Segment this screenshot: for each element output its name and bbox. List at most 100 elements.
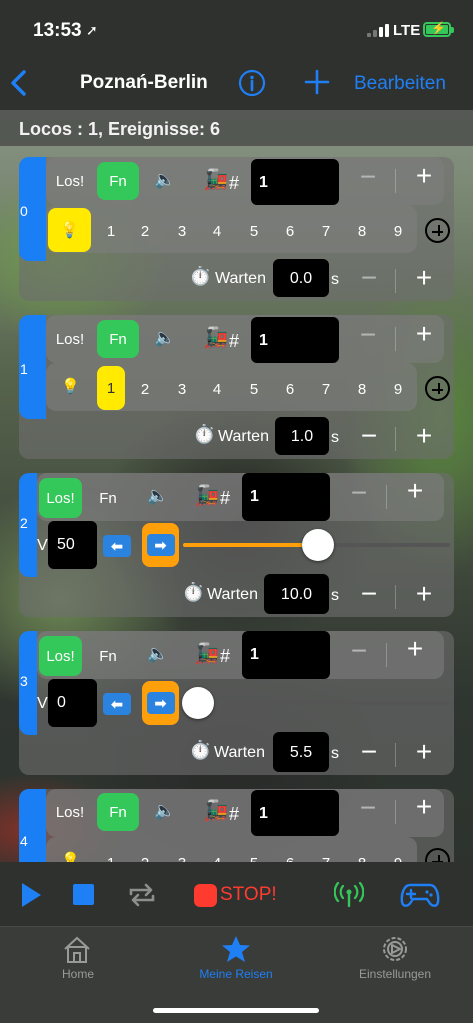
function-key-3[interactable]: 3: [171, 855, 193, 862]
function-key-2[interactable]: 2: [134, 381, 156, 398]
function-key-6[interactable]: 6: [279, 381, 301, 398]
address-minus-button[interactable]: −: [348, 163, 388, 191]
wait-plus-button[interactable]: +: [404, 580, 444, 608]
go-button[interactable]: Los!: [39, 478, 82, 518]
back-chevron-icon[interactable]: [8, 68, 30, 98]
function-button[interactable]: Fn: [87, 479, 129, 517]
address-plus-button[interactable]: +: [404, 162, 444, 190]
speed-value-field[interactable]: 0: [48, 679, 97, 727]
address-field[interactable]: 1: [242, 473, 330, 521]
address-field[interactable]: 1: [251, 159, 339, 205]
speaker-icon[interactable]: 🔈: [154, 328, 180, 354]
wait-minus-button[interactable]: −: [349, 580, 389, 608]
edit-button[interactable]: Bearbeiten: [354, 73, 446, 95]
function-key-8[interactable]: 8: [351, 381, 373, 398]
function-key-1[interactable]: 1: [100, 855, 122, 862]
direction-forward-button[interactable]: ➡: [142, 681, 179, 725]
go-button[interactable]: Los!: [39, 636, 82, 676]
function-key-3[interactable]: 3: [171, 381, 193, 398]
wait-minus-button[interactable]: −: [349, 738, 389, 766]
wait-plus-button[interactable]: +: [404, 264, 444, 292]
address-field[interactable]: 1: [251, 317, 339, 363]
add-function-icon[interactable]: [425, 848, 450, 862]
function-key-1-active[interactable]: 1: [97, 366, 125, 410]
address-minus-button[interactable]: −: [348, 321, 388, 349]
antenna-icon[interactable]: [334, 882, 364, 908]
tab-home[interactable]: Home: [23, 967, 133, 981]
function-key-9[interactable]: 9: [387, 223, 409, 240]
add-function-icon[interactable]: [425, 376, 450, 401]
address-minus-button[interactable]: −: [339, 637, 379, 665]
speaker-icon[interactable]: 🔈: [147, 486, 173, 512]
light-button-active[interactable]: 💡: [48, 208, 91, 252]
function-key-9[interactable]: 9: [387, 381, 409, 398]
direction-reverse-button[interactable]: ⬅: [103, 693, 131, 715]
tab-einstellungen[interactable]: Einstellungen: [340, 967, 450, 981]
speed-slider-track[interactable]: [183, 701, 450, 705]
gamepad-icon[interactable]: [400, 880, 440, 910]
speaker-icon[interactable]: 🔈: [154, 801, 180, 827]
function-key-7[interactable]: 7: [315, 855, 337, 862]
settings-icon[interactable]: [380, 934, 410, 964]
function-button[interactable]: Fn: [97, 793, 139, 831]
wait-value-field[interactable]: 0.0: [273, 259, 329, 297]
wait-minus-button[interactable]: −: [349, 422, 389, 450]
function-key-6[interactable]: 6: [279, 223, 301, 240]
speed-slider-thumb[interactable]: [182, 687, 214, 719]
wait-minus-button[interactable]: −: [349, 264, 389, 292]
address-minus-button[interactable]: −: [348, 794, 388, 822]
go-button[interactable]: Los!: [49, 794, 91, 830]
function-key-4[interactable]: 4: [206, 223, 228, 240]
address-field[interactable]: 1: [242, 631, 330, 679]
address-minus-button[interactable]: −: [339, 479, 379, 507]
direction-forward-button[interactable]: ➡: [142, 523, 179, 567]
wait-plus-button[interactable]: +: [404, 738, 444, 766]
address-plus-button[interactable]: +: [404, 320, 444, 348]
function-button[interactable]: Fn: [97, 320, 139, 358]
function-key-4[interactable]: 4: [206, 381, 228, 398]
stop-square-icon[interactable]: [73, 884, 94, 905]
go-button[interactable]: Los!: [49, 163, 91, 199]
light-bulb-icon[interactable]: 💡: [61, 377, 87, 403]
function-key-2[interactable]: 2: [134, 855, 156, 862]
function-key-3[interactable]: 3: [171, 223, 193, 240]
add-button[interactable]: [304, 68, 330, 96]
function-key-1[interactable]: 1: [100, 223, 122, 240]
direction-reverse-button[interactable]: ⬅: [103, 535, 131, 557]
function-button[interactable]: Fn: [97, 162, 139, 200]
star-icon[interactable]: [221, 934, 251, 964]
repeat-icon[interactable]: [127, 882, 157, 908]
speed-slider-thumb[interactable]: [302, 529, 334, 561]
wait-value-field[interactable]: 5.5: [273, 732, 329, 772]
address-plus-button[interactable]: +: [395, 635, 435, 663]
speed-value-field[interactable]: 50: [48, 521, 97, 569]
function-key-7[interactable]: 7: [315, 381, 337, 398]
function-key-2[interactable]: 2: [134, 223, 156, 240]
address-plus-button[interactable]: +: [395, 477, 435, 505]
speaker-icon[interactable]: 🔈: [147, 644, 173, 670]
address-field[interactable]: 1: [251, 790, 339, 836]
function-key-8[interactable]: 8: [351, 223, 373, 240]
function-key-5[interactable]: 5: [243, 223, 265, 240]
home-indicator[interactable]: [153, 1008, 319, 1013]
emergency-stop-button[interactable]: STOP!: [220, 884, 277, 906]
wait-plus-button[interactable]: +: [404, 422, 444, 450]
light-bulb-icon[interactable]: 💡: [61, 851, 87, 862]
function-key-5[interactable]: 5: [243, 855, 265, 862]
tab-meine-reisen[interactable]: Meine Reisen: [181, 967, 291, 981]
info-icon[interactable]: [238, 69, 266, 97]
function-key-4[interactable]: 4: [206, 855, 228, 862]
wait-value-field[interactable]: 1.0: [275, 417, 329, 455]
play-icon[interactable]: [20, 882, 42, 908]
function-key-9[interactable]: 9: [387, 855, 409, 862]
go-button[interactable]: Los!: [49, 321, 91, 357]
function-key-7[interactable]: 7: [315, 223, 337, 240]
function-button[interactable]: Fn: [87, 637, 129, 675]
address-plus-button[interactable]: +: [404, 793, 444, 821]
function-key-5[interactable]: 5: [243, 381, 265, 398]
home-icon[interactable]: [62, 935, 92, 965]
function-key-8[interactable]: 8: [351, 855, 373, 862]
function-key-6[interactable]: 6: [279, 855, 301, 862]
add-function-icon[interactable]: [425, 218, 450, 243]
wait-value-field[interactable]: 10.0: [264, 574, 329, 614]
